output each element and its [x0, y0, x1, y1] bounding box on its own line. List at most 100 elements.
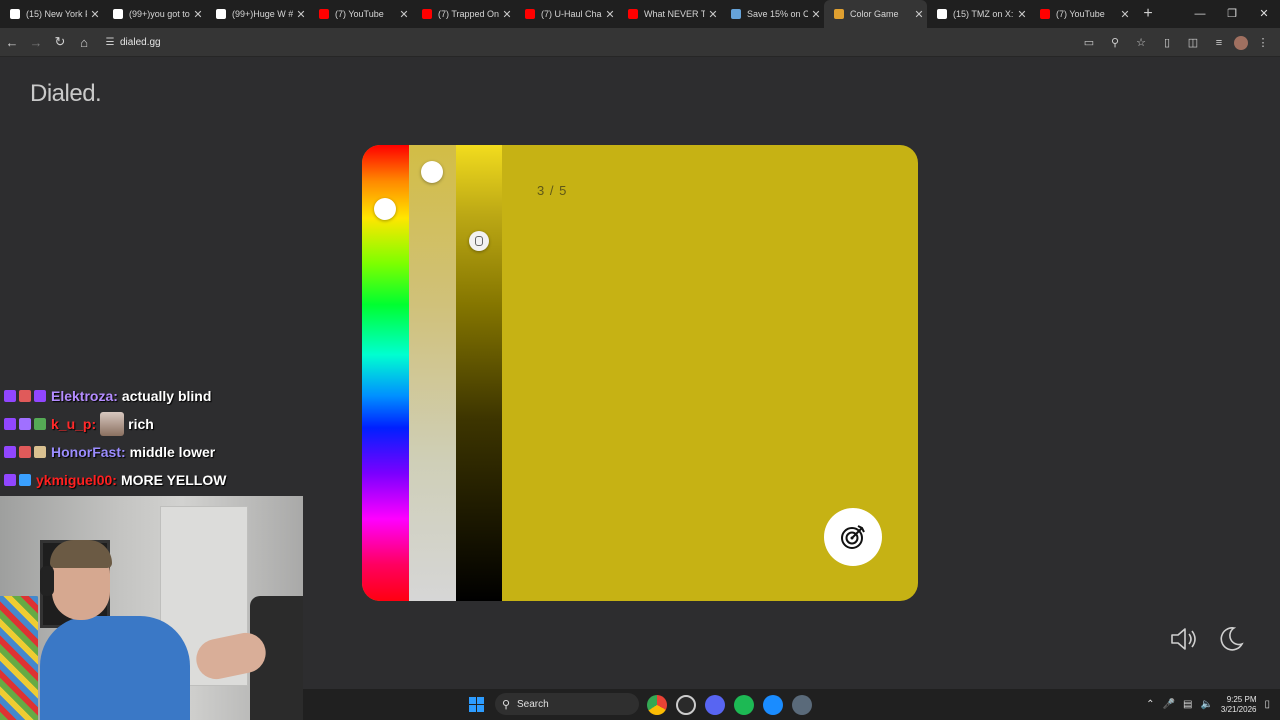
close-tab-icon[interactable]: ✕	[911, 8, 927, 21]
browser-tab[interactable]: Save 15% on C ✕	[721, 0, 824, 28]
tab-title: What NEVER To	[644, 9, 705, 19]
browser-tab[interactable]: (99+)Huge W # ✕	[206, 0, 309, 28]
install-app-icon[interactable]: ▭	[1078, 36, 1100, 49]
browser-tab[interactable]: (7) YouTube ✕	[309, 0, 412, 28]
tab-title: (99+)you got to	[129, 9, 190, 19]
browser-tab[interactable]: (7) YouTube ✕	[1030, 0, 1133, 28]
color-game-icon	[834, 9, 844, 19]
x-logo-icon	[10, 9, 20, 19]
search-icon: ⚲	[501, 698, 511, 711]
round-counter: 3 / 5	[537, 183, 568, 198]
close-tab-icon[interactable]: ✕	[705, 8, 721, 21]
youtube-icon	[525, 9, 535, 19]
chat-username: Elektroza:	[51, 388, 118, 404]
chat-badge-icon	[4, 446, 16, 458]
close-tab-icon[interactable]: ✕	[293, 8, 309, 21]
chat-message-text: rich	[128, 416, 154, 432]
chat-badge-icon	[34, 390, 46, 402]
tray-overflow-icon[interactable]: ⌃	[1146, 699, 1154, 710]
discord-icon[interactable]	[705, 695, 725, 715]
network-icon[interactable]: ▤	[1183, 699, 1192, 710]
close-tab-icon[interactable]: ✕	[808, 8, 824, 21]
chat-badge-icon	[34, 446, 46, 458]
chat-message: HonorFast: middle lower	[4, 438, 304, 466]
color-picker-card: 3 / 5	[362, 145, 918, 601]
browser-tab[interactable]: (99+)you got to ✕	[103, 0, 206, 28]
tiktok-icon	[216, 9, 226, 19]
close-tab-icon[interactable]: ✕	[499, 8, 515, 21]
hue-slider-handle[interactable]	[374, 197, 396, 220]
close-tab-icon[interactable]: ✕	[396, 8, 412, 21]
close-tab-icon[interactable]: ✕	[87, 8, 103, 21]
browser-tab[interactable]: (7) U-Haul Cha ✕	[515, 0, 618, 28]
sound-toggle-button[interactable]	[1167, 622, 1201, 656]
browser-toolbar: ← → ↻ ⌂ ☰ dialed.gg ▭ ⚲ ☆ ▯ ◫ ≡ ⋮	[0, 28, 1280, 57]
chat-username: k_u_p:	[51, 416, 97, 432]
taskbar-search-label: Search	[517, 698, 549, 710]
chat-username: HonorFast:	[51, 444, 126, 460]
sidebar-icon[interactable]: ◫	[1182, 36, 1204, 49]
new-tab-icon[interactable]: +	[1137, 5, 1159, 23]
browser-tab[interactable]: (15) TMZ on X: ✕	[927, 0, 1030, 28]
messenger-icon[interactable]	[763, 695, 783, 715]
spotify-icon[interactable]	[734, 695, 754, 715]
chat-username: ykmiguel00:	[36, 472, 117, 488]
saturation-slider[interactable]	[409, 145, 456, 601]
lightness-slider-handle[interactable]	[469, 230, 489, 251]
browser-tab[interactable]: What NEVER To ✕	[618, 0, 721, 28]
clock-time: 9:25 PM	[1226, 694, 1257, 704]
browser-tab[interactable]: (15) New York P ✕	[0, 0, 103, 28]
forward-icon[interactable]: →	[24, 35, 48, 50]
chat-message-text: middle lower	[129, 444, 216, 460]
youtube-icon	[628, 9, 638, 19]
site-logo[interactable]: Dialed.	[30, 80, 102, 108]
chat-emote-icon	[100, 412, 125, 436]
microphone-icon[interactable]: 🎤	[1163, 699, 1175, 710]
close-tab-icon[interactable]: ✕	[1014, 8, 1030, 21]
url-text: dialed.gg	[120, 36, 161, 48]
notifications-icon[interactable]: ▯	[1264, 699, 1270, 710]
media-controls-icon[interactable]: ≡	[1208, 37, 1230, 49]
site-info-icon[interactable]: ☰	[100, 37, 120, 48]
bookmark-star-icon[interactable]: ☆	[1130, 36, 1152, 49]
home-icon[interactable]: ⌂	[72, 35, 96, 50]
volume-icon[interactable]: 🔈	[1200, 699, 1212, 710]
close-window-icon[interactable]: ✕	[1248, 0, 1280, 28]
tab-title: (7) YouTube	[335, 9, 384, 19]
chat-message-text: MORE YELLOW	[120, 472, 227, 488]
windows-start-icon[interactable]	[469, 697, 484, 712]
lightness-slider[interactable]	[456, 145, 502, 601]
zoom-icon[interactable]: ⚲	[1104, 36, 1126, 49]
profile-avatar[interactable]	[1234, 35, 1248, 50]
close-tab-icon[interactable]: ✕	[190, 8, 206, 21]
restore-icon[interactable]: ❐	[1216, 0, 1248, 28]
dark-mode-toggle-button[interactable]	[1214, 622, 1248, 656]
submit-guess-button[interactable]	[824, 508, 882, 566]
x-logo-icon	[937, 9, 947, 19]
chat-badge-icon	[4, 418, 16, 430]
browser-tab[interactable]: (7) Trapped On ✕	[412, 0, 515, 28]
back-icon[interactable]: ←	[0, 35, 24, 50]
system-clock[interactable]: 9:25 PM 3/21/2026	[1221, 695, 1257, 715]
close-tab-icon[interactable]: ✕	[1117, 8, 1133, 21]
clock-date: 3/21/2026	[1220, 704, 1257, 714]
steam-icon	[731, 9, 741, 19]
chat-message: k_u_p: rich	[4, 410, 304, 438]
windows-taskbar: ⚲ Search ⌃ 🎤 ▤ 🔈 9:25 PM 3/21/2026 ▯	[303, 689, 1280, 720]
browser-tab[interactable]: Color Game ✕	[824, 0, 927, 28]
steam-taskbar-icon[interactable]	[676, 695, 696, 715]
settings-icon[interactable]	[792, 695, 812, 715]
extensions-icon[interactable]: ▯	[1156, 36, 1178, 49]
taskbar-search-box[interactable]: ⚲ Search	[495, 693, 639, 715]
reload-icon[interactable]: ↻	[48, 34, 72, 50]
close-tab-icon[interactable]: ✕	[602, 8, 618, 21]
streamer-webcam	[0, 496, 303, 720]
chat-badge-icon	[19, 418, 31, 430]
chat-message: ykmiguel00: MORE YELLOW	[4, 466, 304, 494]
tab-title: (7) Trapped On	[438, 9, 499, 19]
minimize-icon[interactable]: —	[1184, 0, 1216, 28]
chat-badge-icon	[19, 446, 31, 458]
tab-title: (7) U-Haul Cha	[541, 9, 602, 19]
menu-icon[interactable]: ⋮	[1252, 36, 1274, 49]
chrome-icon[interactable]	[647, 695, 667, 715]
